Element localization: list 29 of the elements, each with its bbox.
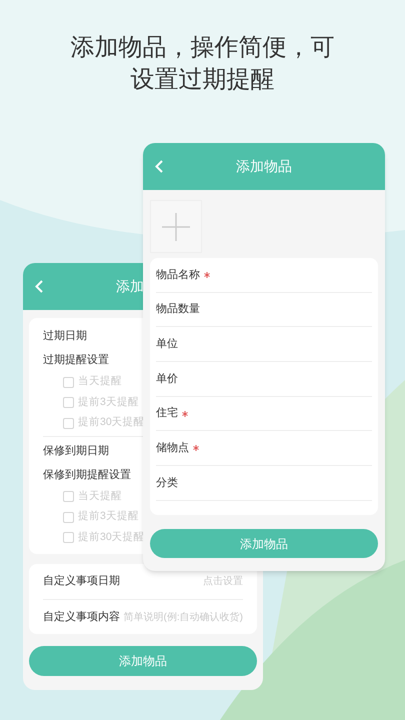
back-icon[interactable] [155,160,163,173]
checkbox[interactable] [63,491,74,502]
plus-icon [161,212,191,242]
field-label: 单位 [156,336,178,352]
add-photo-button[interactable] [150,200,202,253]
back-icon[interactable] [35,280,43,293]
field-label: 过期日期 [43,329,87,344]
field-label: 过期提醒设置 [43,353,109,368]
field-label: 保修到期提醒设置 [43,468,131,482]
field-label: 单价 [156,372,178,387]
checkbox[interactable] [63,532,74,544]
screen-title: 添加 [116,277,144,296]
add-item-button[interactable]: 添加物品 [150,529,378,558]
field-label: 住宅 [156,406,178,422]
field-label: 物品名称 [156,268,200,283]
screen-title: 添加物品 [236,157,292,176]
field-label: 物品数量 [156,302,200,318]
headline: 设置过期提醒 [130,65,274,95]
headline: 添加物品，操作简便，可 [70,33,334,63]
checkbox[interactable] [63,512,74,523]
field-label: 保修到期日期 [43,444,109,458]
add-item-button[interactable]: 添加物品 [29,646,257,676]
field-label: 自定义事项日期 [43,574,120,590]
checkbox[interactable] [63,376,74,388]
field-label: 分类 [156,476,178,491]
field-label: 自定义事项内容 [43,610,120,625]
field-label: 储物点 [156,440,189,456]
checkbox[interactable] [63,418,74,429]
checkbox[interactable] [63,397,74,408]
